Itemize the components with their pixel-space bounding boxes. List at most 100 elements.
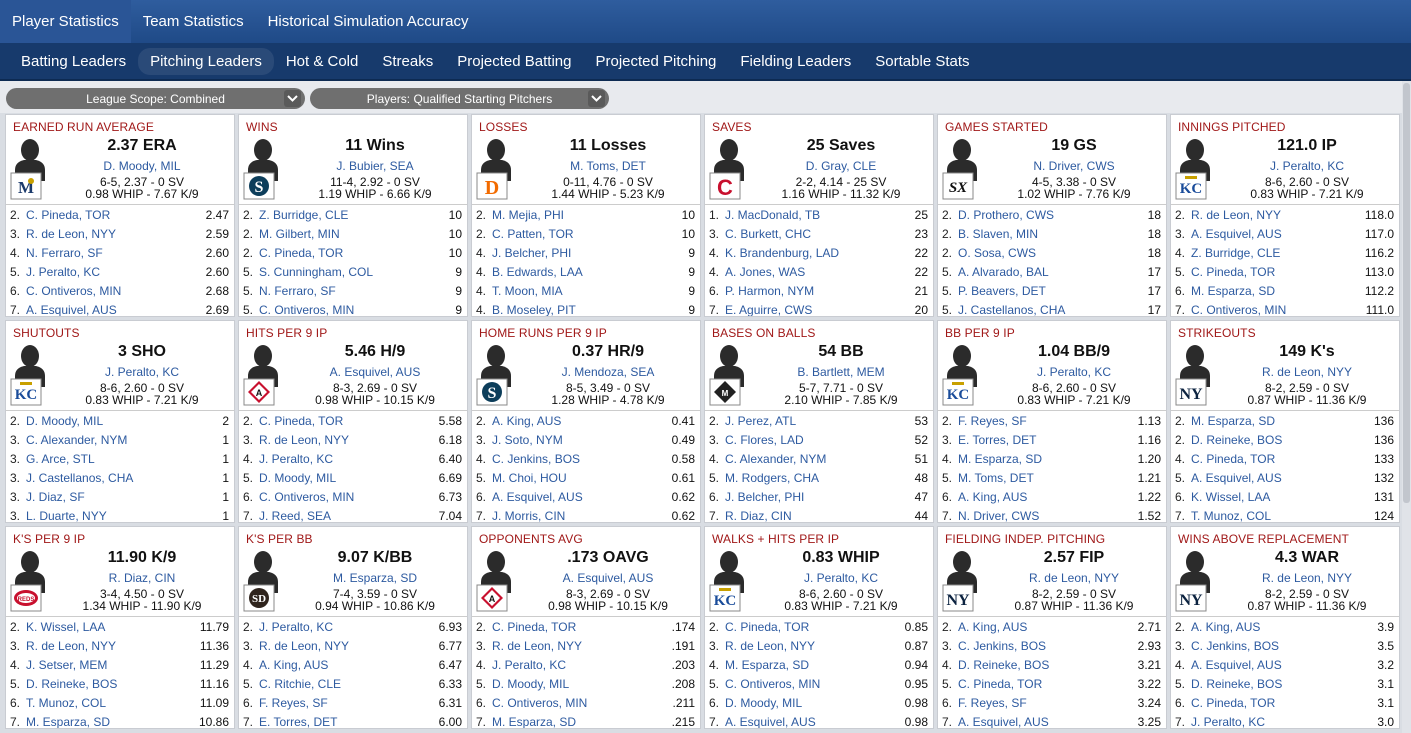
player-link[interactable]: M. Esparza, SD [1191, 414, 1374, 428]
player-link[interactable]: D. Moody, MIL [492, 677, 672, 691]
player-link[interactable]: J. Setser, MEM [26, 658, 200, 672]
player-link[interactable]: C. Pineda, TOR [725, 620, 905, 634]
player-link[interactable]: R. de Leon, NYY [259, 639, 439, 653]
player-link[interactable]: J. Belcher, PHI [725, 490, 915, 504]
player-link[interactable]: C. Ontiveros, MIN [259, 303, 455, 317]
player-link[interactable]: J. Reed, SEA [259, 509, 439, 523]
player-link[interactable]: A. King, AUS [1191, 620, 1377, 634]
leader-player-link[interactable]: J. Peralto, KC [1219, 159, 1395, 173]
player-link[interactable]: T. Moon, MIA [492, 284, 688, 298]
player-link[interactable]: K. Wissel, LAA [26, 620, 200, 634]
leader-player-link[interactable]: R. de Leon, NYY [1219, 365, 1395, 379]
player-link[interactable]: C. Ontiveros, MIN [492, 696, 673, 710]
player-link[interactable]: C. Pineda, TOR [1191, 265, 1365, 279]
leader-player-link[interactable]: J. Peralto, KC [753, 571, 929, 585]
player-link[interactable]: M. Esparza, SD [1191, 284, 1365, 298]
player-link[interactable]: C. Ontiveros, MIN [259, 490, 439, 504]
player-link[interactable]: J. Castellanos, CHA [958, 303, 1148, 317]
top-tab[interactable]: Player Statistics [0, 0, 131, 43]
player-link[interactable]: N. Ferraro, SF [26, 246, 206, 260]
player-link[interactable]: A. King, AUS [259, 658, 439, 672]
player-link[interactable]: D. Moody, MIL [725, 696, 905, 710]
player-link[interactable]: J. Peralto, KC [259, 620, 439, 634]
player-link[interactable]: A. King, AUS [958, 620, 1138, 634]
player-link[interactable]: E. Aguirre, CWS [725, 303, 915, 317]
player-link[interactable]: R. de Leon, NYY [259, 433, 439, 447]
player-link[interactable]: A. Esquivel, AUS [26, 303, 206, 317]
player-link[interactable]: T. Munoz, COL [26, 696, 200, 710]
player-link[interactable]: D. Reineke, BOS [958, 658, 1138, 672]
player-link[interactable]: D. Reineke, BOS [26, 677, 200, 691]
top-tab[interactable]: Historical Simulation Accuracy [256, 0, 481, 43]
leader-player-link[interactable]: J. Bubier, SEA [287, 159, 463, 173]
player-link[interactable]: C. Jenkins, BOS [958, 639, 1138, 653]
league-scope-dropdown[interactable]: League Scope: Combined [6, 88, 305, 109]
player-link[interactable]: J. Soto, NYM [492, 433, 672, 447]
player-link[interactable]: M. Esparza, SD [26, 715, 199, 729]
player-link[interactable]: C. Ontiveros, MIN [725, 677, 905, 691]
player-link[interactable]: D. Reineke, BOS [1191, 433, 1374, 447]
player-link[interactable]: B. Edwards, LAA [492, 265, 688, 279]
leader-player-link[interactable]: R. de Leon, NYY [986, 571, 1162, 585]
player-link[interactable]: A. Esquivel, AUS [1191, 658, 1377, 672]
leader-player-link[interactable]: A. Esquivel, AUS [287, 365, 463, 379]
player-link[interactable]: R. Diaz, CIN [725, 509, 915, 523]
player-link[interactable]: C. Ontiveros, MIN [1191, 303, 1366, 317]
player-link[interactable]: C. Flores, LAD [725, 433, 915, 447]
player-link[interactable]: J. Peralto, KC [259, 452, 439, 466]
player-link[interactable]: M. Toms, DET [958, 471, 1138, 485]
player-link[interactable]: B. Moseley, PIT [492, 303, 688, 317]
player-link[interactable]: N. Driver, CWS [958, 509, 1138, 523]
player-link[interactable]: P. Harmon, NYM [725, 284, 915, 298]
player-link[interactable]: D. Reineke, BOS [1191, 677, 1377, 691]
player-link[interactable]: A. Jones, WAS [725, 265, 915, 279]
player-link[interactable]: C. Jenkins, BOS [492, 452, 672, 466]
player-link[interactable]: R. de Leon, NYY [725, 639, 905, 653]
player-link[interactable]: C. Ontiveros, MIN [26, 284, 206, 298]
player-link[interactable]: C. Pineda, TOR [259, 246, 449, 260]
player-link[interactable]: C. Pineda, TOR [958, 677, 1138, 691]
sub-tab[interactable]: Hot & Cold [274, 48, 371, 75]
players-filter-dropdown[interactable]: Players: Qualified Starting Pitchers [310, 88, 609, 109]
player-link[interactable]: A. King, AUS [492, 414, 672, 428]
player-link[interactable]: F. Reyes, SF [958, 414, 1138, 428]
player-link[interactable]: F. Reyes, SF [259, 696, 439, 710]
player-link[interactable]: J. Castellanos, CHA [26, 471, 222, 485]
player-link[interactable]: R. de Leon, NYY [26, 227, 206, 241]
player-link[interactable]: G. Arce, STL [26, 452, 222, 466]
top-tab[interactable]: Team Statistics [131, 0, 256, 43]
player-link[interactable]: L. Duarte, NYY [26, 509, 222, 523]
leader-player-link[interactable]: J. Peralto, KC [54, 365, 230, 379]
leader-player-link[interactable]: D. Gray, CLE [753, 159, 929, 173]
player-link[interactable]: Z. Burridge, CLE [1191, 246, 1365, 260]
player-link[interactable]: C. Alexander, NYM [26, 433, 222, 447]
player-link[interactable]: C. Pineda, TOR [492, 620, 672, 634]
player-link[interactable]: C. Burkett, CHC [725, 227, 915, 241]
sub-tab[interactable]: Sortable Stats [863, 48, 981, 75]
player-link[interactable]: A. Esquivel, AUS [725, 715, 905, 729]
player-link[interactable]: J. Perez, ATL [725, 414, 915, 428]
player-link[interactable]: R. de Leon, NYY [492, 639, 672, 653]
player-link[interactable]: M. Esparza, SD [958, 452, 1138, 466]
player-link[interactable]: C. Pineda, TOR [259, 414, 439, 428]
player-link[interactable]: C. Patten, TOR [492, 227, 682, 241]
sub-tab[interactable]: Projected Batting [445, 48, 583, 75]
sub-tab[interactable]: Projected Pitching [583, 48, 728, 75]
sub-tab[interactable]: Batting Leaders [9, 48, 138, 75]
player-link[interactable]: C. Pineda, TOR [1191, 696, 1377, 710]
player-link[interactable]: M. Rodgers, CHA [725, 471, 915, 485]
player-link[interactable]: F. Reyes, SF [958, 696, 1138, 710]
player-link[interactable]: A. Esquivel, AUS [1191, 471, 1374, 485]
player-link[interactable]: D. Moody, MIL [26, 414, 222, 428]
player-link[interactable]: K. Brandenburg, LAD [725, 246, 915, 260]
player-link[interactable]: M. Mejia, PHI [492, 208, 682, 222]
player-link[interactable]: T. Munoz, COL [1191, 509, 1374, 523]
leader-player-link[interactable]: R. de Leon, NYY [1219, 571, 1395, 585]
player-link[interactable]: D. Prothero, CWS [958, 208, 1148, 222]
player-link[interactable]: M. Gilbert, MIN [259, 227, 449, 241]
player-link[interactable]: C. Ritchie, CLE [259, 677, 439, 691]
player-link[interactable]: N. Ferraro, SF [259, 284, 455, 298]
leader-player-link[interactable]: J. Mendoza, SEA [520, 365, 696, 379]
player-link[interactable]: K. Wissel, LAA [1191, 490, 1374, 504]
player-link[interactable]: B. Slaven, MIN [958, 227, 1148, 241]
